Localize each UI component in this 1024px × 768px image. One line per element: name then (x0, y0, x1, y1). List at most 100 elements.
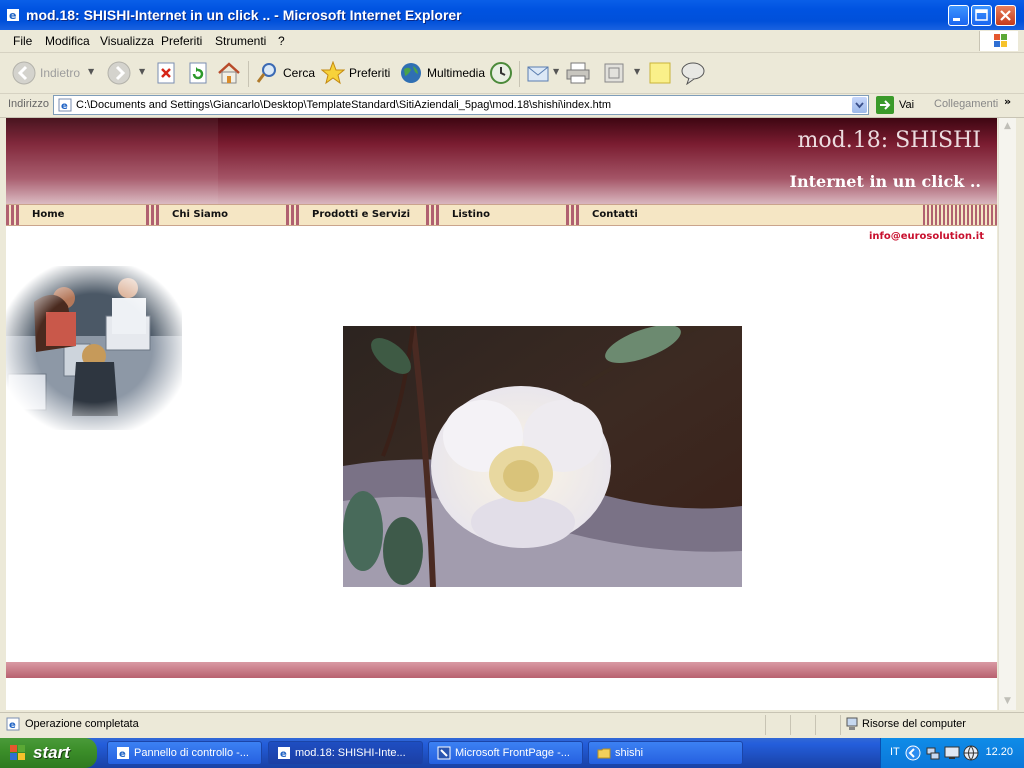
task-pannello[interactable]: e Pannello di controllo -... (107, 741, 262, 765)
mail-dropdown-icon[interactable]: ▼ (553, 67, 559, 76)
forward-button[interactable] (107, 59, 131, 87)
status-text: Operazione completata (25, 718, 139, 730)
nav-prodotti-label: Prodotti e Servizi (312, 209, 411, 220)
links-chevron-icon[interactable]: » (1004, 95, 1011, 108)
task-shishi-folder[interactable]: shishi (588, 741, 743, 765)
media-button[interactable]: Multimedia (399, 59, 485, 87)
svg-text:e: e (61, 101, 68, 112)
print-button[interactable] (565, 59, 591, 87)
menu-modifica[interactable]: Modifica (45, 34, 90, 48)
page-viewport: mod.18: SHISHI Internet in un click .. H… (6, 118, 997, 710)
back-dropdown-icon[interactable]: ▼ (88, 67, 94, 76)
status-separator (840, 715, 841, 735)
task-label: mod.18: SHISHI-Inte... (295, 747, 406, 759)
nav-prodotti[interactable]: Prodotti e Servizi (286, 205, 426, 225)
media-globe-icon (401, 63, 421, 83)
ie-window: e mod.18: SHISHI-Internet in un click ..… (0, 0, 1024, 738)
menu-visualizza[interactable]: Visualizza (100, 34, 154, 48)
history-button[interactable] (489, 59, 513, 87)
star-icon (321, 61, 345, 85)
control-panel-icon: e (117, 747, 129, 760)
favorites-button[interactable]: Preferiti (321, 59, 390, 87)
address-dropdown-button[interactable] (852, 97, 867, 113)
back-button[interactable]: Indietro (12, 59, 80, 87)
task-label: Pannello di controllo -... (134, 747, 249, 759)
menu-help[interactable]: ? (278, 34, 285, 48)
forward-arrow-icon (107, 61, 131, 85)
nav-divider (566, 205, 580, 225)
close-icon (1000, 10, 1011, 21)
windows-flag-icon (994, 34, 1007, 47)
home-icon (218, 62, 240, 84)
nav-contatti[interactable]: Contatti (566, 205, 906, 225)
close-button[interactable] (995, 5, 1016, 26)
minimize-icon (953, 18, 960, 21)
svg-text:e: e (119, 749, 126, 760)
address-label: Indirizzo (8, 98, 49, 110)
nav-chi-siamo[interactable]: Chi Siamo (146, 205, 286, 225)
search-icon (256, 63, 276, 83)
back-arrow-icon (12, 61, 36, 85)
svg-text:e: e (9, 720, 16, 731)
nav-stripes (923, 205, 997, 225)
nav-listino[interactable]: Listino (426, 205, 566, 225)
refresh-button[interactable] (187, 59, 209, 87)
monitor-icon[interactable] (944, 745, 960, 761)
vertical-scrollbar[interactable]: ▲ ▼ (998, 118, 1016, 710)
system-tray: IT 12.20 (880, 738, 1024, 768)
svg-text:e: e (280, 749, 287, 760)
email-link[interactable]: info@eurosolution.it (869, 231, 984, 242)
edit-icon (604, 63, 624, 83)
stop-button[interactable] (155, 59, 177, 87)
nav-home[interactable]: Home (6, 205, 146, 225)
home-button[interactable] (217, 59, 241, 87)
office-photo (6, 266, 182, 430)
windows-flag-icon (10, 745, 25, 760)
minimize-button[interactable] (948, 5, 969, 26)
maximize-button[interactable] (971, 5, 992, 26)
search-button[interactable]: Cerca (255, 59, 315, 87)
taskbar: start e Pannello di controllo -... e mod… (0, 738, 1024, 768)
nav-home-label: Home (32, 209, 65, 220)
address-input[interactable]: e C:\Documents and Settings\Giancarlo\De… (53, 95, 869, 115)
discuss-button[interactable] (648, 59, 672, 87)
printer-icon (566, 62, 590, 84)
go-button[interactable]: Vai (876, 96, 914, 114)
search-label: Cerca (283, 66, 316, 80)
task-ie-shishi[interactable]: e mod.18: SHISHI-Inte... (268, 741, 423, 765)
site-header: mod.18: SHISHI Internet in un click .. (6, 118, 997, 204)
language-indicator[interactable]: IT (890, 746, 900, 758)
note-icon (649, 62, 671, 84)
clock: 12.20 (985, 746, 1013, 758)
scroll-down-icon[interactable]: ▼ (1000, 694, 1015, 709)
favorites-label: Preferiti (349, 66, 391, 80)
nav-divider (426, 205, 440, 225)
links-toolbar[interactable]: Collegamenti (934, 98, 998, 110)
menu-strumenti[interactable]: Strumenti (215, 34, 266, 48)
edit-button[interactable] (603, 59, 625, 87)
title-bar[interactable]: e mod.18: SHISHI-Internet in un click ..… (0, 0, 1024, 30)
status-separator (765, 715, 766, 735)
scroll-up-icon[interactable]: ▲ (1000, 119, 1015, 134)
start-button[interactable]: start (0, 738, 97, 768)
edit-dropdown-icon[interactable]: ▼ (634, 67, 640, 76)
computer-zone-icon (846, 717, 858, 730)
mail-button[interactable] (526, 59, 552, 87)
menu-bar: File Modifica Visualizza Preferiti Strum… (0, 30, 1024, 53)
status-separator (815, 715, 816, 735)
page-icon: e (58, 98, 72, 112)
messenger-button[interactable] (680, 59, 706, 87)
task-frontpage[interactable]: Microsoft FrontPage -... (428, 741, 583, 765)
forward-dropdown-icon[interactable]: ▼ (139, 67, 145, 76)
menu-file[interactable]: File (13, 34, 32, 48)
network-icon[interactable] (925, 745, 941, 761)
start-label: start (33, 743, 70, 762)
chat-bubble-icon (681, 62, 705, 85)
globe-icon[interactable] (963, 745, 979, 761)
site-footer (6, 662, 997, 678)
tray-expand-icon[interactable] (905, 745, 921, 761)
back-label: Indietro (40, 66, 81, 80)
media-label: Multimedia (427, 66, 486, 80)
menu-preferiti[interactable]: Preferiti (161, 34, 202, 48)
address-url: C:\Documents and Settings\Giancarlo\Desk… (76, 99, 612, 111)
